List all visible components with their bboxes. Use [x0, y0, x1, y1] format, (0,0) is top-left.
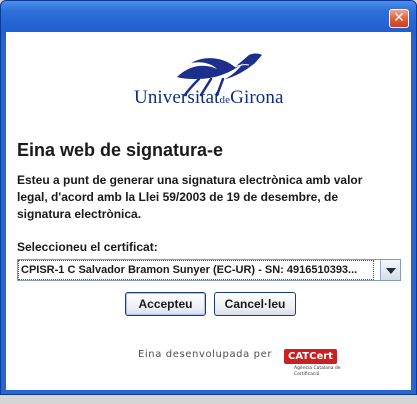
close-icon: ✕ [393, 10, 405, 26]
certificate-select[interactable]: CPISR-1 C Salvador Bramon Sunyer (EC-UR)… [17, 259, 401, 281]
catcert-logo-icon: CATCert [284, 349, 337, 364]
description-text: Esteu a punt de generar una signatura el… [17, 173, 363, 221]
catcert-logo: CATCert Agència Catalana de Certificació [284, 349, 348, 383]
university-name: UniversitatdeGirona [134, 87, 304, 109]
close-button[interactable]: ✕ [389, 9, 409, 28]
cancel-button[interactable]: Cancel·leu [214, 292, 296, 316]
university-name-suffix: Girona [230, 87, 284, 108]
certificate-label: Seleccioneu el certificat: [17, 240, 158, 254]
page-title: Eina web de signatura-e [17, 140, 224, 160]
university-name-de: de [219, 94, 231, 106]
accept-button[interactable]: Accepteu [125, 292, 206, 316]
dialog-window: ✕ UniversitatdeGirona Eina web de signat… [0, 0, 417, 395]
university-name-prefix: Universitat [134, 87, 220, 108]
developed-by-text: Eina desenvolupada per [138, 349, 273, 360]
certificate-selected-value[interactable]: CPISR-1 C Salvador Bramon Sunyer (EC-UR)… [18, 260, 374, 280]
chevron-down-icon[interactable] [380, 260, 400, 280]
catcert-subtitle: Agència Catalana de Certificació [294, 366, 341, 377]
title-bar[interactable]: ✕ [1, 1, 416, 31]
dialog-content: UniversitatdeGirona Eina web de signatur… [6, 32, 411, 390]
